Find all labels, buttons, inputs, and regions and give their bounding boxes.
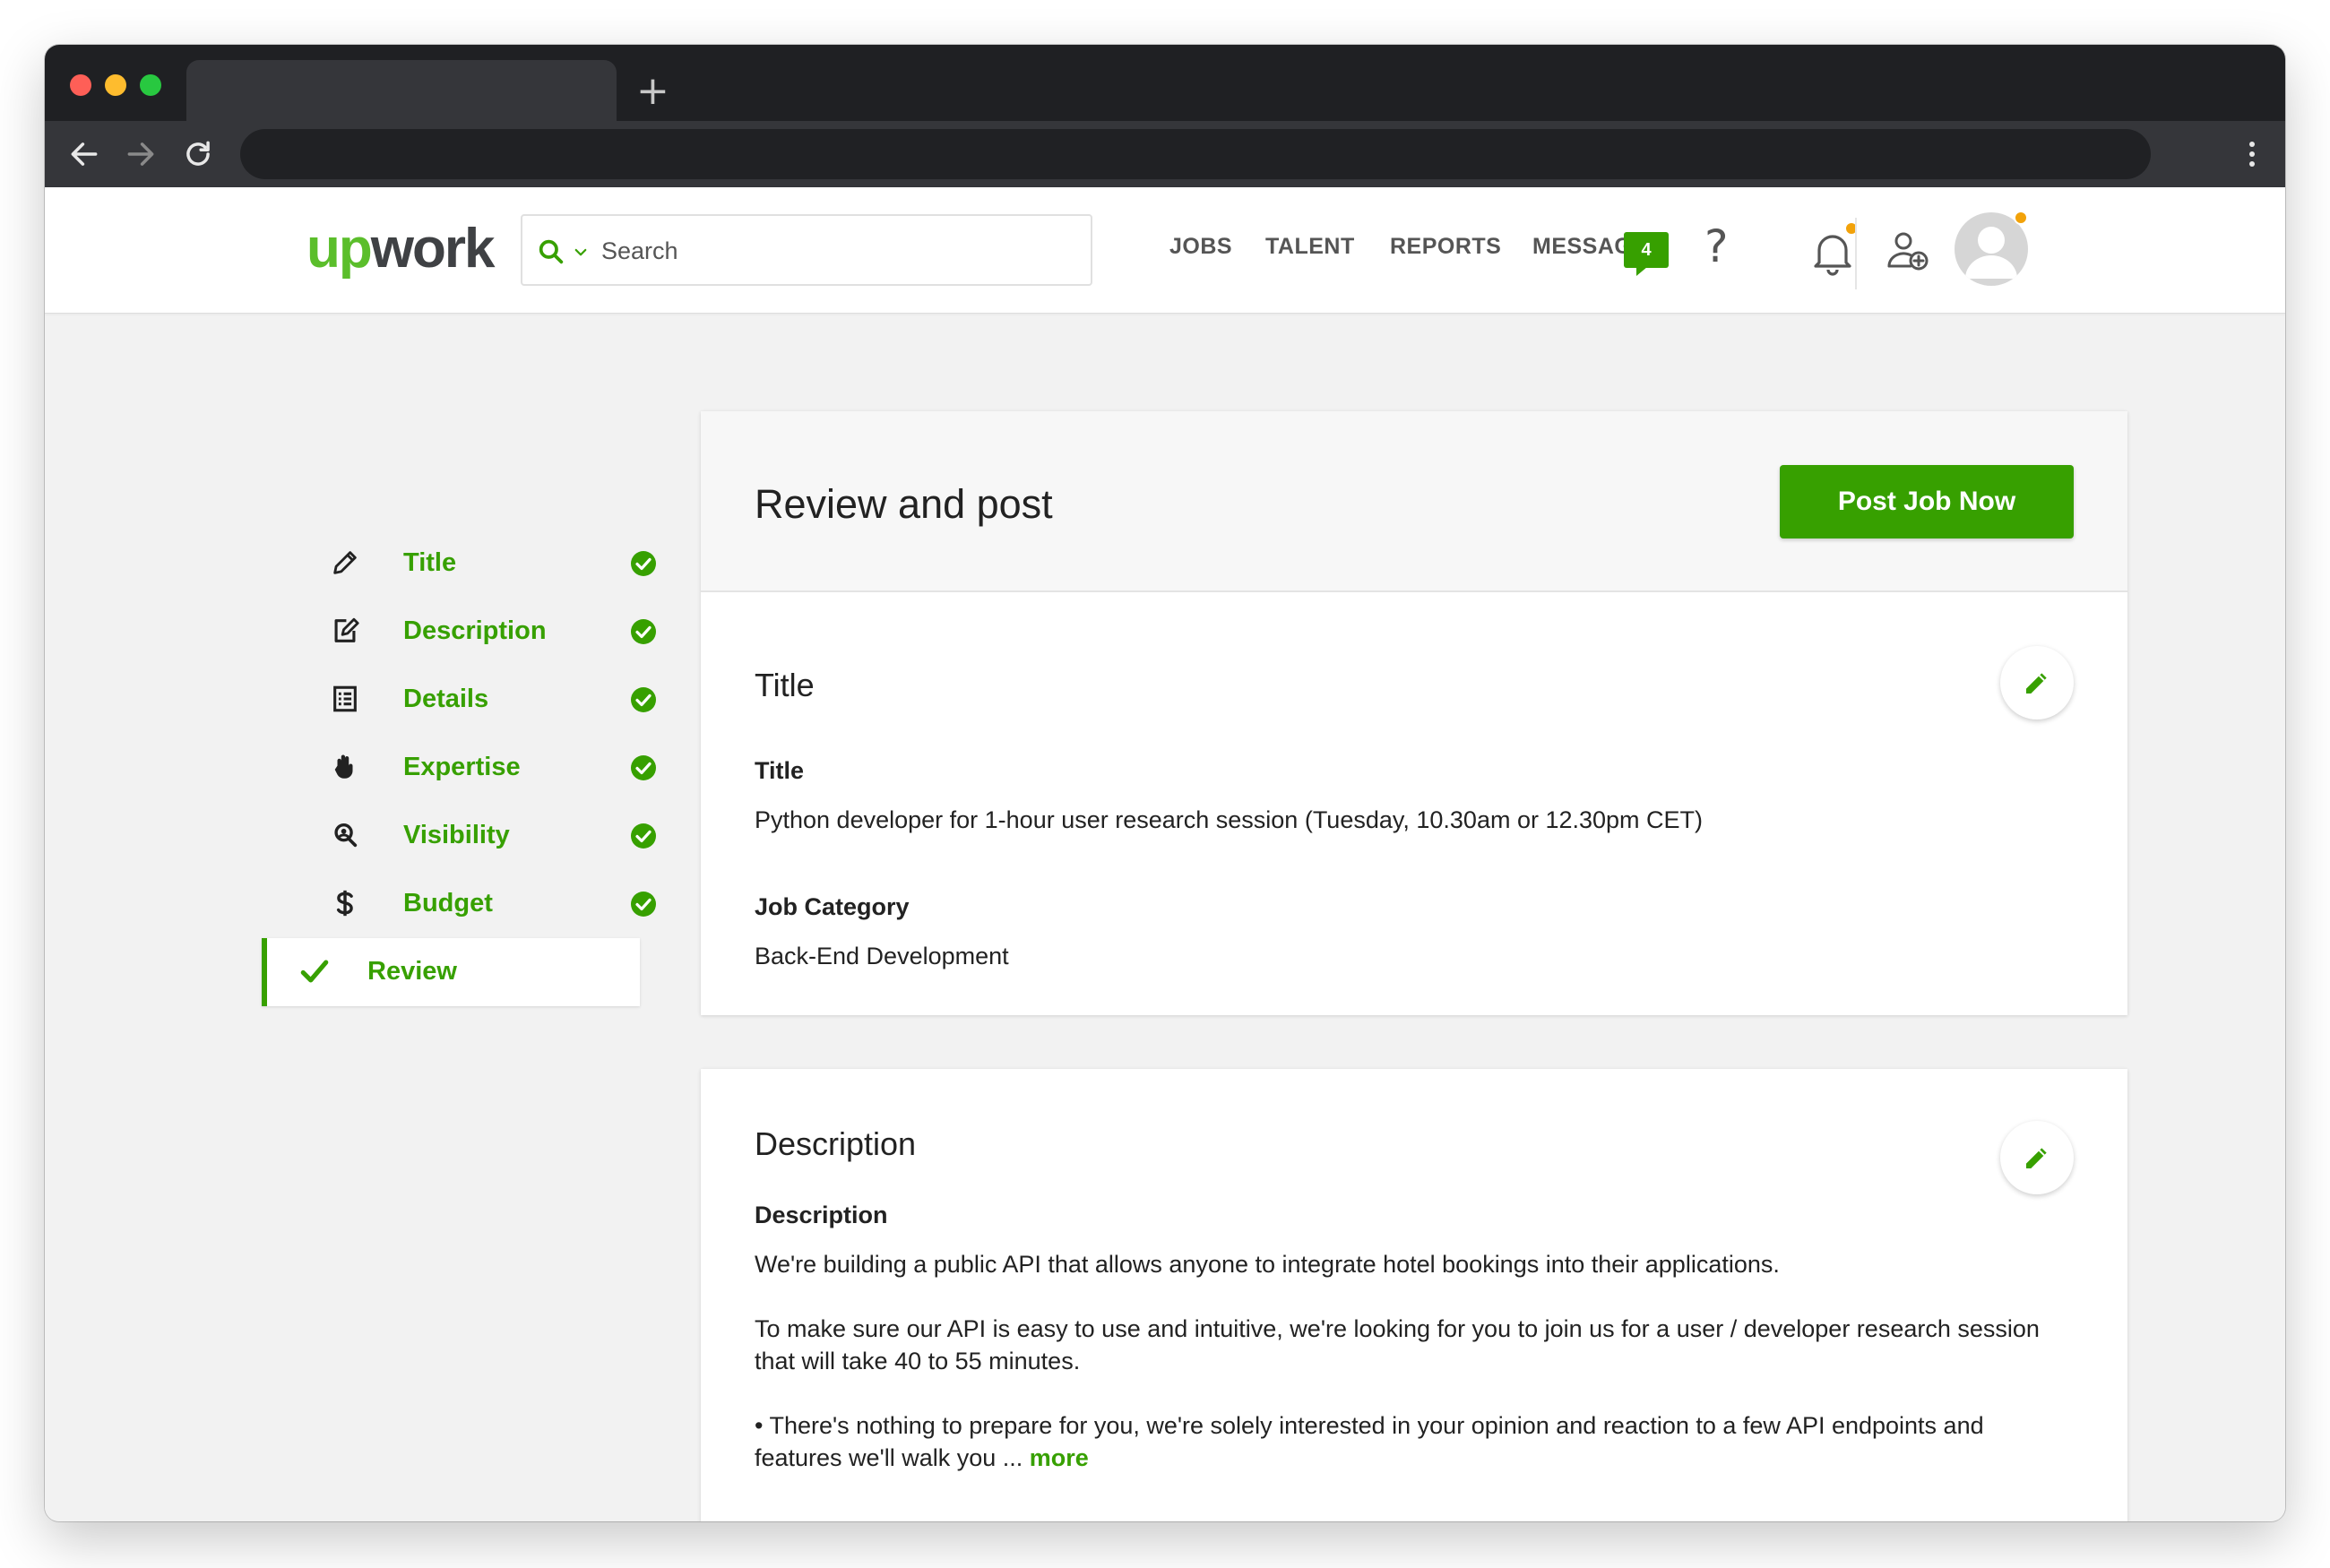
messages-count-badge: 4 bbox=[1624, 232, 1669, 268]
avatar-status-dot bbox=[2014, 211, 2028, 225]
nav-reports[interactable]: REPORTS bbox=[1390, 234, 1501, 260]
forward-arrow-icon[interactable] bbox=[124, 137, 158, 171]
page-content: upwork JOBS TALENT REPORTS MESSAGES 4 ? bbox=[45, 187, 2285, 1521]
top-navigation: upwork JOBS TALENT REPORTS MESSAGES 4 ? bbox=[45, 187, 2285, 314]
job-category-value: Back-End Development bbox=[755, 940, 2072, 972]
search-box bbox=[521, 214, 1092, 286]
title-field-value: Python developer for 1-hour user researc… bbox=[755, 804, 2072, 836]
check-circle-icon bbox=[629, 754, 658, 782]
page-title: Review and post bbox=[755, 481, 1053, 528]
step-label: Expertise bbox=[403, 752, 521, 782]
check-circle-icon bbox=[629, 685, 658, 714]
user-search-icon bbox=[330, 820, 360, 850]
browser-toolbar bbox=[45, 121, 2285, 187]
dollar-icon bbox=[330, 888, 360, 918]
add-user-icon[interactable] bbox=[1886, 228, 1930, 273]
description-paragraph: To make sure our API is easy to use and … bbox=[755, 1313, 2072, 1377]
review-card: Review and post Post Job Now Title Title… bbox=[701, 411, 2127, 1015]
description-card: Description Description We're building a… bbox=[701, 1069, 2127, 1521]
step-label: Details bbox=[403, 684, 488, 714]
step-budget[interactable]: Budget bbox=[253, 870, 674, 938]
help-icon[interactable]: ? bbox=[1704, 220, 1729, 273]
browser-tab-strip: + bbox=[45, 45, 2285, 121]
review-header: Review and post Post Job Now bbox=[701, 411, 2127, 592]
step-visibility[interactable]: Visibility bbox=[253, 802, 674, 870]
reload-icon[interactable] bbox=[181, 137, 215, 171]
browser-menu-icon[interactable] bbox=[2246, 137, 2258, 171]
back-arrow-icon[interactable] bbox=[67, 137, 101, 171]
pencil-icon bbox=[2023, 1143, 2051, 1172]
chevron-down-icon[interactable] bbox=[573, 245, 589, 261]
checkmark-icon bbox=[299, 956, 330, 986]
description-section-heading: Description bbox=[755, 1124, 916, 1164]
search-icon[interactable] bbox=[537, 237, 565, 266]
check-circle-icon bbox=[629, 822, 658, 850]
new-tab-button[interactable]: + bbox=[636, 65, 669, 118]
step-details[interactable]: Details bbox=[253, 666, 674, 734]
nav-jobs[interactable]: JOBS bbox=[1169, 234, 1232, 260]
hand-icon bbox=[330, 752, 360, 782]
step-label: Description bbox=[403, 616, 547, 646]
step-expertise[interactable]: Expertise bbox=[253, 734, 674, 802]
description-paragraph: We're building a public API that allows … bbox=[755, 1248, 2072, 1280]
minimize-window-button[interactable] bbox=[105, 74, 126, 96]
pencil-icon bbox=[330, 547, 360, 578]
description-paragraph-truncated: • There's nothing to prepare for you, we… bbox=[755, 1409, 2072, 1474]
step-label: Title bbox=[403, 547, 456, 578]
search-input[interactable] bbox=[601, 228, 1076, 273]
title-field-label: Title bbox=[755, 755, 804, 786]
more-link[interactable]: more bbox=[1030, 1444, 1089, 1471]
step-review[interactable]: Review bbox=[262, 938, 640, 1006]
check-circle-icon bbox=[629, 617, 658, 646]
step-label: Budget bbox=[403, 888, 493, 918]
step-label: Review bbox=[367, 956, 457, 986]
step-label: Visibility bbox=[403, 820, 510, 850]
nav-talent[interactable]: TALENT bbox=[1265, 234, 1355, 260]
step-description[interactable]: Description bbox=[253, 598, 674, 666]
title-section-heading: Title bbox=[755, 666, 815, 705]
description-field-label: Description bbox=[755, 1200, 888, 1230]
edit-title-button[interactable] bbox=[2000, 646, 2074, 719]
close-window-button[interactable] bbox=[70, 74, 91, 96]
browser-window: + upwork bbox=[45, 45, 2285, 1521]
check-circle-icon bbox=[629, 890, 658, 918]
step-title[interactable]: Title bbox=[253, 530, 674, 598]
maximize-window-button[interactable] bbox=[140, 74, 161, 96]
edit-note-icon bbox=[330, 616, 360, 646]
address-bar[interactable] bbox=[240, 129, 2151, 179]
browser-tab[interactable] bbox=[186, 60, 617, 121]
check-circle-icon bbox=[629, 549, 658, 578]
upwork-logo[interactable]: upwork bbox=[306, 218, 493, 280]
post-job-now-button[interactable]: Post Job Now bbox=[1780, 465, 2074, 538]
list-icon bbox=[330, 684, 360, 714]
job-category-label: Job Category bbox=[755, 892, 910, 922]
edit-description-button[interactable] bbox=[2000, 1121, 2074, 1194]
pencil-icon bbox=[2023, 668, 2051, 697]
nav-divider bbox=[1855, 218, 1857, 289]
